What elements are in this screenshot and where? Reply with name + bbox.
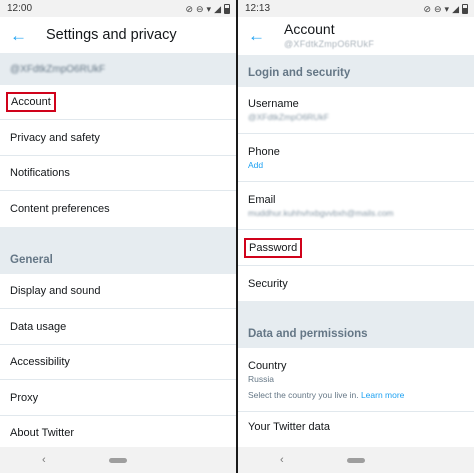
security-row[interactable]: Security — [238, 266, 474, 301]
country-description: Select the country you live in. Learn mo… — [248, 389, 405, 400]
page-title: Settings and privacy — [46, 27, 177, 43]
menu-item-label: Notifications — [10, 167, 70, 179]
learn-more-link[interactable]: Learn more — [361, 390, 404, 400]
back-arrow-icon[interactable]: ← — [10, 27, 30, 44]
menu-item-privacy[interactable]: Privacy and safety — [0, 120, 236, 156]
account-handle: @XFdtkZmpO6RUkF — [284, 39, 375, 49]
password-label: Password — [243, 237, 303, 258]
settings-privacy-screen: 12:00 ⊘ ⊖ ▾ ◢ ← Settings and privacy @XF… — [0, 0, 236, 473]
phone-label: Phone — [248, 145, 280, 158]
signal-icon: ◢ — [452, 3, 459, 14]
menu-item-notifications[interactable]: Notifications — [0, 156, 236, 191]
app-bar: ← Settings and privacy — [0, 17, 236, 53]
nav-back-icon[interactable]: ‹ — [280, 454, 284, 466]
menu-item-label: Display and sound — [10, 285, 101, 297]
email-label: Email — [248, 193, 276, 206]
twitter-data-row[interactable]: Your Twitter data — [238, 412, 474, 442]
nav-home-pill[interactable] — [109, 457, 127, 463]
menu-item-accessibility[interactable]: Accessibility — [0, 345, 236, 380]
system-nav-bar: ‹ — [0, 447, 236, 473]
username-row[interactable]: Username @XFdtkZmpO6RUkF — [238, 87, 474, 134]
back-arrow-icon[interactable]: ← — [248, 27, 268, 44]
status-time: 12:00 — [7, 3, 33, 14]
page-title: Account — [284, 21, 335, 37]
battery-icon — [462, 3, 468, 14]
twitter-data-label: Your Twitter data — [248, 421, 330, 433]
phone-add-link[interactable]: Add — [248, 160, 464, 170]
phone-row[interactable]: Phone Add — [238, 134, 474, 182]
data-permissions-header: Data and permissions — [238, 301, 474, 348]
username-value: @XFdtkZmpO6RUkF — [248, 112, 329, 122]
menu-item-account[interactable]: Account — [0, 85, 236, 120]
password-row[interactable]: Password — [238, 230, 474, 266]
status-bar: 12:13 ⊘ ⊖ ▾ ◢ — [238, 0, 474, 17]
menu-item-label: Privacy and safety — [10, 131, 100, 144]
app-bar: ← Account @XFdtkZmpO6RUkF — [238, 17, 474, 55]
menu-item-label: Data usage — [10, 320, 67, 333]
country-row[interactable]: Country Russia Select the country you li… — [238, 348, 474, 412]
menu-item-label: About Twitter — [10, 427, 74, 439]
account-handle: @XFdtkZmpO6RUkF — [10, 63, 106, 75]
security-label: Security — [248, 277, 288, 290]
menu-item-data-usage[interactable]: Data usage — [0, 309, 236, 345]
username-label: Username — [248, 98, 299, 110]
menu-item-label: Content preferences — [10, 203, 110, 215]
minus-circle-icon: ⊖ — [434, 3, 442, 14]
menu-item-display[interactable]: Display and sound — [0, 274, 236, 309]
email-row[interactable]: Email muddhur.kuhhvhxbgvvbxh@mails.com — [238, 182, 474, 230]
menu-item-label: Proxy — [10, 391, 39, 404]
menu-item-content-preferences[interactable]: Content preferences — [0, 191, 236, 227]
minus-circle-icon: ⊖ — [196, 3, 204, 14]
country-value: Russia — [248, 373, 274, 384]
status-time: 12:13 — [245, 3, 271, 14]
general-section-header: General — [0, 227, 236, 274]
wifi-icon: ▾ — [444, 3, 450, 14]
menu-item-label: Accessibility — [10, 356, 70, 368]
menu-item-label: Account — [6, 92, 56, 112]
battery-icon — [224, 3, 230, 14]
account-screen: 12:13 ⊘ ⊖ ▾ ◢ ← Account @XFdtkZmpO6RUkF … — [238, 0, 474, 473]
dnd-off-icon: ⊘ — [185, 3, 193, 14]
email-value: muddhur.kuhhvhxbgvvbxh@mails.com — [248, 207, 394, 218]
dnd-off-icon: ⊘ — [423, 3, 431, 14]
status-bar: 12:00 ⊘ ⊖ ▾ ◢ — [0, 0, 236, 17]
nav-back-icon[interactable]: ‹ — [42, 454, 46, 466]
signal-icon: ◢ — [214, 3, 221, 14]
menu-item-proxy[interactable]: Proxy — [0, 380, 236, 416]
account-handle-header: @XFdtkZmpO6RUkF — [0, 53, 236, 85]
wifi-icon: ▾ — [206, 3, 212, 14]
login-security-header: Login and security — [238, 55, 474, 87]
menu-item-about[interactable]: About Twitter — [0, 416, 236, 450]
system-nav-bar: ‹ — [238, 447, 474, 473]
nav-home-pill[interactable] — [347, 457, 365, 463]
country-label: Country — [248, 359, 287, 372]
